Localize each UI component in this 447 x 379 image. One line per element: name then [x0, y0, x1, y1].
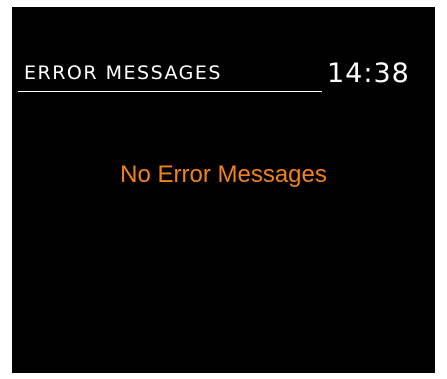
empty-state-message: No Error Messages	[120, 161, 327, 188]
clock-time: 14:38	[327, 58, 410, 89]
page-title: ERROR MESSAGES	[24, 62, 222, 84]
header-divider	[18, 91, 322, 92]
